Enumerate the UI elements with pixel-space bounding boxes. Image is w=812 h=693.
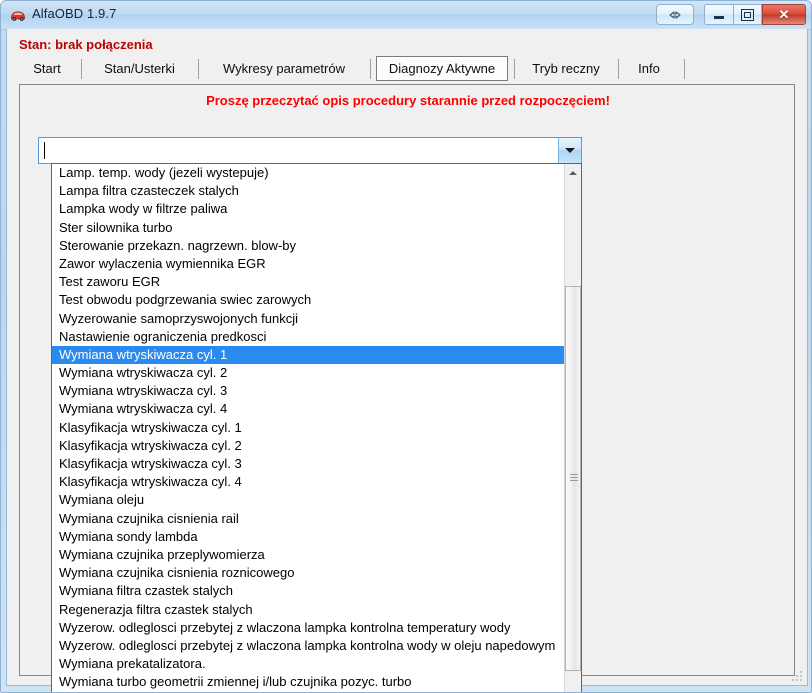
procedure-combobox[interactable] (38, 137, 582, 164)
dropdown-item[interactable]: Wyzerow. odleglosci przebytej z wlaczona… (52, 637, 564, 655)
dropdown-item[interactable]: Klasyfikacja wtryskiwacza cyl. 4 (52, 473, 564, 491)
dropdown-item[interactable]: Wymiana sondy lambda (52, 528, 564, 546)
tab-separator (684, 59, 685, 79)
window-title: AlfaOBD 1.9.7 (32, 6, 116, 21)
dropdown-item[interactable]: Wyzerow. odleglosci przebytej z wlaczona… (52, 619, 564, 637)
dropdown-item[interactable]: Zawor wylaczenia wymiennika EGR (52, 255, 564, 273)
scrollbar-thumb[interactable] (565, 286, 581, 671)
tab-start[interactable]: Start (19, 56, 75, 81)
combobox-dropdown-button[interactable] (558, 138, 581, 163)
dropdown-item[interactable]: Wymiana czujnika przeplywomierza (52, 546, 564, 564)
dropdown-item[interactable]: Regenerazja filtra czastek stalych (52, 601, 564, 619)
tab-diagnozy-aktywne[interactable]: Diagnozy Aktywne (376, 56, 508, 81)
dropdown-item[interactable]: Wymiana wtryskiwacza cyl. 3 (52, 382, 564, 400)
tab-tryb-reczny[interactable]: Tryb reczny (520, 56, 612, 81)
car-icon (9, 6, 27, 24)
dropdown-item[interactable]: Wymiana wtryskiwacza cyl. 4 (52, 400, 564, 418)
dropdown-item[interactable]: Wymiana wtryskiwacza cyl. 1 (52, 346, 564, 364)
restore-size-button[interactable] (656, 4, 694, 25)
dropdown-items-container: Lamp. temp. wody (jezeli wystepuje)Lampa… (52, 164, 564, 693)
dropdown-item[interactable]: Klasyfikacja wtryskiwacza cyl. 3 (52, 455, 564, 473)
dropdown-item[interactable]: Wymiana wtryskiwacza cyl. 2 (52, 364, 564, 382)
dropdown-item[interactable]: Wymiana turbo geometrii zmiennej i/lub c… (52, 673, 564, 691)
tab-separator (618, 59, 619, 79)
procedure-dropdown-list[interactable]: Lamp. temp. wody (jezeli wystepuje)Lampa… (51, 163, 582, 693)
window-resize-grip[interactable] (791, 670, 804, 683)
dropdown-scrollbar[interactable] (564, 164, 581, 693)
dropdown-item[interactable]: Sterowanie przekazn. nagrzewn. blow-by (52, 237, 564, 255)
dropdown-item[interactable]: Wyzerowanie samoprzyswojonych funkcji (52, 310, 564, 328)
tab-separator (198, 59, 199, 79)
restore-size-arrows-icon (657, 5, 693, 24)
application-window: AlfaOBD 1.9.7 ✕ Stan: brak połączenia St… (0, 0, 812, 693)
tab-wykresy-parametr-w[interactable]: Wykresy parametrów (204, 56, 364, 81)
dropdown-item[interactable]: Klasyfikacja wtryskiwacza cyl. 1 (52, 419, 564, 437)
tab-bar: Start Stan/Usterki Wykresy parametrów Diagn… (7, 56, 809, 82)
dropdown-item[interactable]: Wymiana czujnika cisnienia roznicowego (52, 564, 564, 582)
procedure-warning-text: Proszę przeczytać opis procedury starann… (20, 93, 796, 108)
tab-stan-usterki[interactable]: Stan/Usterki (87, 56, 192, 81)
connection-status-text: Stan: brak połączenia (19, 37, 153, 52)
chevron-down-icon (565, 148, 575, 153)
dropdown-item[interactable]: Test obwodu podgrzewania swiec zarowych (52, 291, 564, 309)
dropdown-item[interactable]: Lampa filtra czasteczek stalych (52, 182, 564, 200)
tab-info[interactable]: Info (624, 56, 674, 81)
procedure-combobox-input[interactable] (39, 138, 558, 163)
dropdown-item[interactable]: Wymiana czujnika cisnienia rail (52, 510, 564, 528)
dropdown-item[interactable]: Ster silownika turbo (52, 219, 564, 237)
tab-separator (514, 59, 515, 79)
dropdown-item[interactable]: Wymiana filtra czastek stalych (52, 582, 564, 600)
dropdown-item[interactable]: Lamp. temp. wody (jezeli wystepuje) (52, 164, 564, 182)
maximize-button[interactable] (733, 4, 762, 25)
close-icon: ✕ (763, 5, 805, 24)
dropdown-item[interactable]: Nastawienie ograniczenia predkosci (52, 328, 564, 346)
dropdown-item[interactable]: Wymiana oleju (52, 491, 564, 509)
dropdown-item[interactable]: Test zaworu EGR (52, 273, 564, 291)
scrollbar-grip (570, 474, 578, 484)
minimize-button[interactable] (704, 4, 733, 25)
close-button[interactable]: ✕ (762, 4, 806, 25)
text-caret (44, 142, 45, 159)
maximize-icon (734, 5, 761, 24)
dropdown-item[interactable]: Klasyfikacja wtryskiwacza cyl. 2 (52, 437, 564, 455)
dropdown-item[interactable]: Lampka wody w filtrze paliwa (52, 200, 564, 218)
minimize-icon (705, 5, 733, 24)
tab-separator (370, 59, 371, 79)
title-bar: AlfaOBD 1.9.7 ✕ (1, 1, 812, 30)
dropdown-item[interactable]: Wymiana prekatalizatora. (52, 655, 564, 673)
scroll-up-arrow-icon[interactable] (565, 164, 581, 181)
client-area: Stan: brak połączenia Start Stan/Usterki W… (6, 29, 808, 686)
tab-separator (81, 59, 82, 79)
